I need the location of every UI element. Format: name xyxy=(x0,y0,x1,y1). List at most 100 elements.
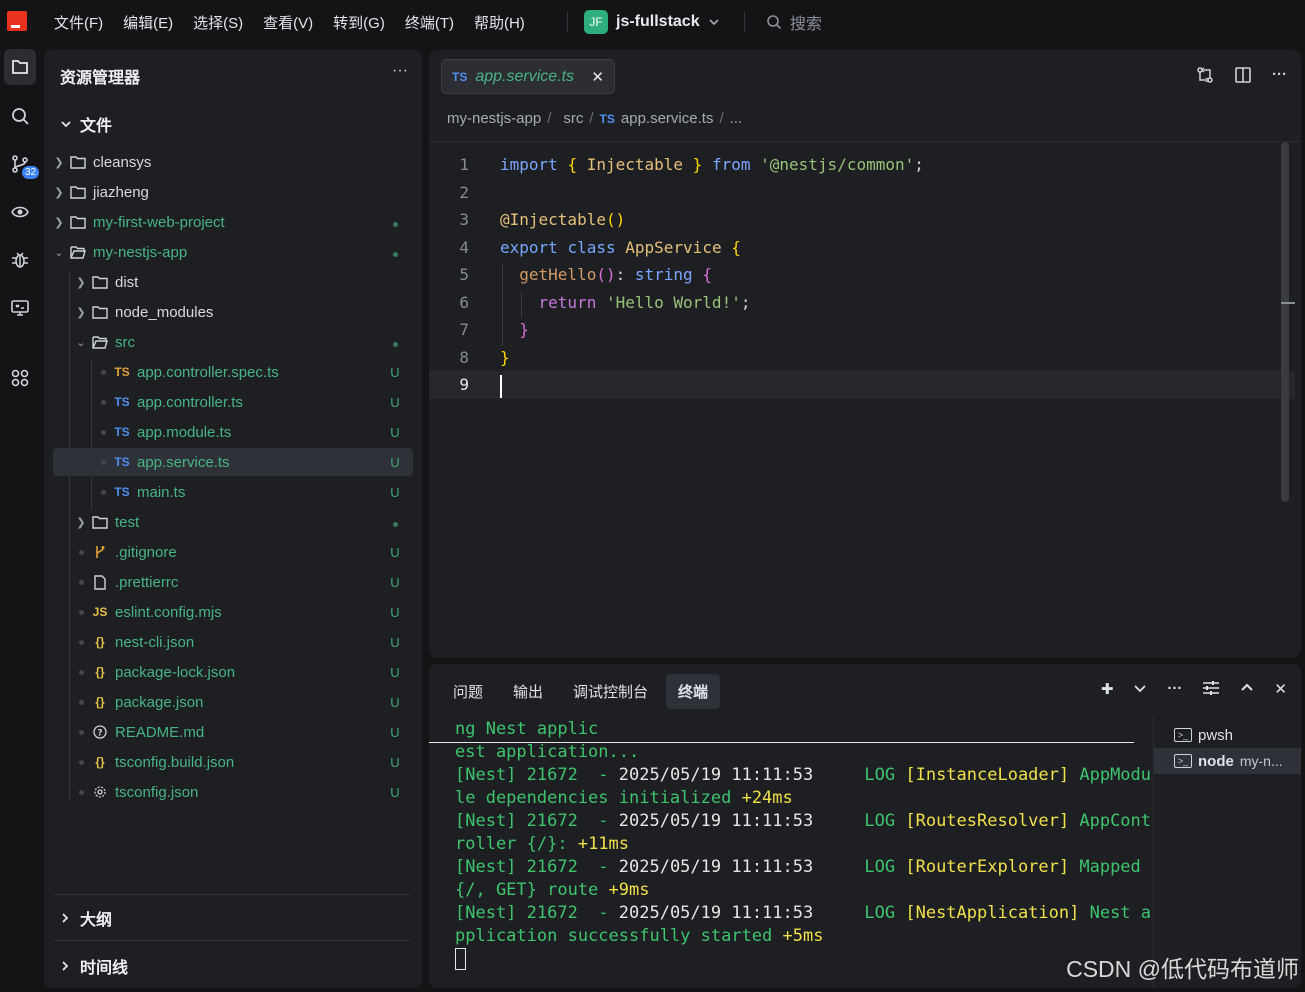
terminal-line: pplication successfully started +5ms xyxy=(455,925,1140,948)
tab-debug-console[interactable]: 调试控制台 xyxy=(561,674,660,709)
tab-output[interactable]: 输出 xyxy=(501,674,555,709)
add-terminal-icon[interactable]: ✚ xyxy=(1101,680,1114,698)
git-status-dot xyxy=(385,335,405,350)
breadcrumb-folder[interactable]: src xyxy=(563,110,583,127)
files-icon xyxy=(12,60,28,74)
tree-folder-test[interactable]: ❯ test xyxy=(53,508,413,536)
close-icon[interactable]: ✕ xyxy=(591,68,604,86)
more-icon[interactable]: ··· xyxy=(1272,66,1287,84)
terminal-output[interactable]: ng Nest applic est application... [Nest] 2… xyxy=(455,718,1151,948)
divider xyxy=(567,12,568,32)
terminal-line: roller {/}: +11ms xyxy=(455,833,1140,856)
tree-file-tsconfig-build[interactable]: {} tsconfig.build.json U xyxy=(53,748,413,776)
settings-sliders-icon[interactable] xyxy=(1202,680,1220,696)
chevron-down-icon[interactable] xyxy=(1133,680,1147,696)
token: } xyxy=(519,320,529,339)
search-box[interactable]: 搜索 xyxy=(766,10,822,34)
terminal-line: [Nest] 21672 - 2025/05/19 11:11:53 LOG [… xyxy=(455,764,1151,787)
tree-folder-dist[interactable]: ❯ dist xyxy=(53,268,413,296)
overview-ruler-marker xyxy=(1281,302,1295,304)
extensions-activity[interactable] xyxy=(4,360,36,396)
terminal-cursor xyxy=(455,948,466,970)
folder-icon xyxy=(91,515,109,529)
tab-terminal[interactable]: 终端 xyxy=(666,674,721,709)
token: getHello xyxy=(519,265,597,284)
menu-terminal[interactable]: 终端(T) xyxy=(395,12,464,33)
session-detail: my-n... xyxy=(1239,753,1283,769)
tree-file-readme[interactable]: ? README.md U xyxy=(53,718,413,746)
split-editor-icon[interactable] xyxy=(1234,66,1252,84)
remote-explorer-activity[interactable] xyxy=(4,290,36,326)
info-icon: ? xyxy=(91,725,109,739)
tree-folder-src[interactable]: ⌄ src xyxy=(53,328,413,356)
terminal-segment: 2025/05/19 11:11:53 xyxy=(618,811,814,831)
menu-view[interactable]: 查看(V) xyxy=(253,12,323,33)
tree-file-main[interactable]: TS main.ts U xyxy=(53,478,413,506)
tree-file-app-controller[interactable]: TS app.controller.ts U xyxy=(53,388,413,416)
more-icon[interactable]: ··· xyxy=(392,62,408,80)
tree-label: my-nestjs-app xyxy=(93,243,188,261)
bullet xyxy=(75,786,87,798)
code-editor[interactable]: 1 2 3 4 5 6 7 8 9 import { Injectable } … xyxy=(429,141,1301,658)
line-number: 3 xyxy=(459,210,469,229)
tab-problems[interactable]: 问题 xyxy=(441,674,495,709)
outline-section-header[interactable]: 大纲 xyxy=(60,906,112,930)
chevron-right-icon xyxy=(62,913,69,923)
tree-label: app.module.ts xyxy=(137,423,232,441)
tree-file-package-lock[interactable]: {} package-lock.json U xyxy=(53,658,413,686)
files-section-header[interactable]: 文件 xyxy=(60,112,112,136)
breadcrumb-file[interactable]: app.service.ts xyxy=(621,110,714,127)
terminal-line: [Nest] 21672 - 2025/05/19 11:11:53 LOG [… xyxy=(455,810,1151,833)
tree-file-prettierrc[interactable]: .prettierrc U xyxy=(53,568,413,596)
menu-file[interactable]: 文件(F) xyxy=(44,12,113,33)
menu-bar: 文件(F) 编辑(E) 选择(S) 查看(V) 转到(G) 终端(T) 帮助(H… xyxy=(44,0,535,44)
chevron-right-icon: ❯ xyxy=(54,216,64,229)
tree-folder-node-modules[interactable]: ❯ node_modules xyxy=(53,298,413,326)
breadcrumb-more[interactable]: ... xyxy=(730,110,743,127)
tree-file-package[interactable]: {} package.json U xyxy=(53,688,413,716)
token: { xyxy=(567,155,578,174)
terminal-session-node[interactable]: >_ node my-n... xyxy=(1154,748,1301,774)
session-name: node xyxy=(1198,752,1234,770)
tree-file-nest-cli[interactable]: {} nest-cli.json U xyxy=(53,628,413,656)
vertical-scrollbar[interactable] xyxy=(1281,142,1289,502)
search-activity[interactable] xyxy=(4,98,36,134)
terminal-session-pwsh[interactable]: >_ pwsh xyxy=(1154,722,1301,748)
debug-activity[interactable] xyxy=(4,242,36,278)
remote-activity[interactable] xyxy=(4,194,36,230)
menu-help[interactable]: 帮助(H) xyxy=(464,12,535,33)
terminal-line: le dependencies initialized +24ms xyxy=(455,787,1140,810)
source-control-activity[interactable]: 32 xyxy=(4,146,40,182)
tree-label: app.controller.ts xyxy=(137,393,243,411)
timeline-section-header[interactable]: 时间线 xyxy=(60,954,128,978)
token: : xyxy=(615,265,626,284)
more-icon[interactable]: ··· xyxy=(1167,680,1182,698)
tree-file-app-controller-spec[interactable]: TS app.controller.spec.ts U xyxy=(53,358,413,386)
git-status: U xyxy=(390,394,400,410)
menu-edit[interactable]: 编辑(E) xyxy=(113,12,183,33)
terminal-segment: pplication successfully started xyxy=(455,926,783,946)
token: export xyxy=(500,238,558,257)
monitor-icon xyxy=(11,300,29,316)
compare-changes-icon[interactable] xyxy=(1196,66,1214,84)
editor-tab-app-service[interactable]: TS app.service.ts ✕ xyxy=(441,59,615,94)
breadcrumb-root[interactable]: my-nestjs-app xyxy=(447,110,541,127)
tree-file-tsconfig[interactable]: tsconfig.json U xyxy=(53,778,413,806)
explorer-activity[interactable] xyxy=(4,49,36,85)
terminal-segment: LOG xyxy=(813,811,906,831)
terminal-segment: [RoutesResolver] xyxy=(905,811,1070,831)
tree-folder-cleansys[interactable]: ❯ cleansys xyxy=(53,148,413,176)
chevron-right-icon: ❯ xyxy=(76,306,86,319)
maximize-panel-icon[interactable] xyxy=(1240,680,1254,696)
tree-file-eslint-config[interactable]: JS eslint.config.mjs U xyxy=(53,598,413,626)
tree-file-app-service[interactable]: TS app.service.ts U xyxy=(53,448,413,476)
tree-file-app-module[interactable]: TS app.module.ts U xyxy=(53,418,413,446)
tree-folder-my-first-web-project[interactable]: ❯ my-first-web-project xyxy=(53,208,413,236)
close-panel-icon[interactable]: ✕ xyxy=(1274,680,1287,698)
project-switcher[interactable]: JF js-fullstack xyxy=(584,10,720,34)
menu-go[interactable]: 转到(G) xyxy=(323,12,395,33)
tree-file-gitignore[interactable]: .gitignore U xyxy=(53,538,413,566)
tree-folder-my-nestjs-app[interactable]: ⌄ my-nestjs-app xyxy=(53,238,413,266)
menu-selection[interactable]: 选择(S) xyxy=(183,12,253,33)
tree-folder-jiazheng[interactable]: ❯ jiazheng xyxy=(53,178,413,206)
